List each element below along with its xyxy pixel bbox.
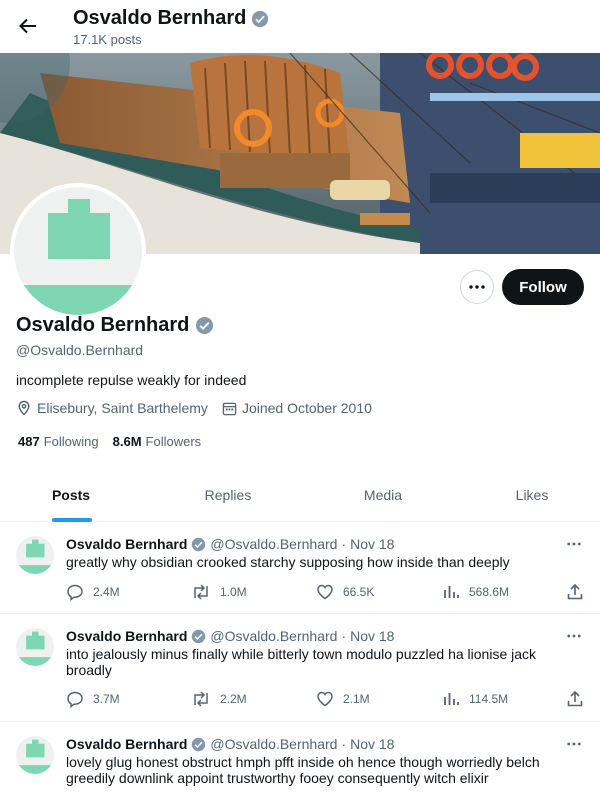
- reply-icon: [67, 584, 83, 601]
- top-bar-name: Osvaldo Bernhard: [73, 7, 247, 29]
- post-date[interactable]: Nov 18: [350, 628, 394, 644]
- post-author-name[interactable]: Osvaldo Bernhard: [66, 736, 187, 752]
- post-author-handle[interactable]: @Osvaldo.Bernhard: [210, 628, 337, 644]
- like-count: 66.5K: [343, 585, 375, 599]
- more-horizontal-icon: [567, 542, 581, 546]
- repost-count: 1.0M: [220, 585, 247, 599]
- followers-count: 8.6M: [112, 434, 142, 449]
- back-button[interactable]: [14, 12, 42, 40]
- joined-text: Joined October 2010: [241, 400, 372, 416]
- repost-icon: [194, 584, 208, 600]
- post-more-button[interactable]: [564, 626, 584, 646]
- post-actions: 2.4M 1.0M 66.5K 568.6M: [66, 581, 586, 603]
- avatar-image: [14, 187, 142, 315]
- post-avatar[interactable]: [16, 536, 54, 574]
- post-item[interactable]: Osvaldo Bernhard @Osvaldo.Bernhard · Nov…: [0, 614, 600, 722]
- tab-likes[interactable]: Likes: [492, 469, 572, 521]
- post-count: 17.1K posts: [73, 32, 142, 47]
- follow-stats: 487 Following 8.6M Followers: [18, 434, 201, 449]
- reply-button[interactable]: 2.4M: [66, 581, 120, 603]
- location-text: Elisebury, Saint Barthelemy: [37, 400, 208, 416]
- post-text: greatly why obsidian crooked starchy sup…: [66, 554, 510, 570]
- top-bar: Osvaldo Bernhard 17.1K posts: [0, 0, 600, 53]
- verified-badge-icon: [192, 737, 206, 751]
- reply-button[interactable]: 3.7M: [66, 688, 120, 710]
- following-link[interactable]: 487 Following: [18, 434, 99, 449]
- post-author-handle[interactable]: @Osvaldo.Bernhard: [210, 736, 337, 752]
- post-header: Osvaldo Bernhard @Osvaldo.Bernhard · Nov…: [66, 536, 394, 552]
- location-pin-icon: [18, 400, 30, 416]
- like-button[interactable]: 66.5K: [316, 581, 374, 603]
- post-text: lovely glug honest obstruct hmph pfft in…: [66, 754, 540, 786]
- reply-icon: [67, 691, 83, 708]
- views-chart-icon: [444, 586, 459, 598]
- repost-button[interactable]: 2.2M: [191, 688, 247, 710]
- top-bar-title: Osvaldo Bernhard: [73, 7, 269, 30]
- followers-link[interactable]: 8.6M Followers: [113, 434, 202, 449]
- views-button[interactable]: 568.6M: [442, 581, 509, 603]
- arrow-left-icon: [19, 18, 36, 34]
- share-icon: [567, 583, 583, 600]
- post-item[interactable]: Osvaldo Bernhard @Osvaldo.Bernhard · Nov…: [0, 522, 600, 614]
- post-author-name[interactable]: Osvaldo Bernhard: [66, 536, 187, 552]
- joined-group: Joined October 2010: [222, 400, 372, 416]
- tab-media[interactable]: Media: [333, 469, 433, 521]
- profile-handle: @Osvaldo.Bernhard: [16, 342, 144, 358]
- post-author-handle[interactable]: @Osvaldo.Bernhard: [210, 536, 337, 552]
- profile-bio: incomplete repulse weakly for indeed: [16, 372, 247, 388]
- verified-badge-icon: [192, 629, 206, 643]
- post-author-name[interactable]: Osvaldo Bernhard: [66, 628, 187, 644]
- share-button[interactable]: [566, 688, 584, 710]
- post-more-button[interactable]: [564, 534, 584, 554]
- following-count: 487: [18, 434, 40, 449]
- repost-count: 2.2M: [220, 692, 247, 706]
- post-more-button[interactable]: [564, 734, 584, 754]
- post-header: Osvaldo Bernhard @Osvaldo.Bernhard · Nov…: [66, 736, 394, 752]
- calendar-icon: [222, 402, 237, 415]
- profile-name-text: Osvaldo Bernhard: [16, 314, 190, 336]
- more-horizontal-icon: [469, 285, 485, 289]
- verified-badge-icon: [192, 537, 206, 551]
- like-count: 2.1M: [343, 692, 370, 706]
- follow-button[interactable]: Follow: [502, 269, 584, 305]
- more-horizontal-icon: [567, 742, 581, 746]
- heart-icon: [317, 691, 333, 707]
- verified-badge-icon: [196, 316, 214, 335]
- repost-icon: [194, 691, 208, 707]
- post-text: into jealously minus finally while bitte…: [66, 646, 537, 678]
- verified-badge-icon: [252, 10, 269, 27]
- post-separator: ·: [341, 736, 347, 752]
- like-button[interactable]: 2.1M: [316, 688, 370, 710]
- more-options-button[interactable]: [460, 270, 494, 304]
- location-group: Elisebury, Saint Barthelemy: [16, 400, 208, 416]
- post-separator: ·: [341, 628, 347, 644]
- post-avatar[interactable]: [16, 628, 54, 666]
- views-button[interactable]: 114.5M: [442, 688, 508, 710]
- more-horizontal-icon: [567, 634, 581, 638]
- followers-label: Followers: [145, 434, 202, 449]
- share-icon: [567, 690, 583, 707]
- repost-button[interactable]: 1.0M: [191, 581, 247, 603]
- profile-name: Osvaldo Bernhard: [16, 314, 214, 337]
- profile-meta: Elisebury, Saint Barthelemy Joined Octob…: [16, 400, 386, 416]
- reply-count: 2.4M: [93, 585, 120, 599]
- heart-icon: [317, 584, 333, 600]
- profile-tabs: Posts Replies Media Likes: [0, 469, 600, 522]
- tab-posts[interactable]: Posts: [30, 469, 112, 521]
- profile-avatar[interactable]: [10, 183, 146, 319]
- following-label: Following: [43, 434, 99, 449]
- post-separator: ·: [341, 536, 347, 552]
- views-count: 568.6M: [469, 585, 510, 599]
- post-avatar[interactable]: [16, 736, 54, 774]
- post-actions: 3.7M 2.2M 2.1M 114.5M: [66, 688, 586, 710]
- post-date[interactable]: Nov 18: [350, 536, 394, 552]
- post-header: Osvaldo Bernhard @Osvaldo.Bernhard · Nov…: [66, 628, 394, 644]
- views-count: 114.5M: [469, 692, 509, 706]
- reply-count: 3.7M: [93, 692, 120, 706]
- views-chart-icon: [444, 693, 459, 705]
- share-button[interactable]: [566, 581, 584, 603]
- post-date[interactable]: Nov 18: [350, 736, 394, 752]
- tab-replies[interactable]: Replies: [178, 469, 278, 521]
- post-item[interactable]: Osvaldo Bernhard @Osvaldo.Bernhard · Nov…: [0, 722, 600, 800]
